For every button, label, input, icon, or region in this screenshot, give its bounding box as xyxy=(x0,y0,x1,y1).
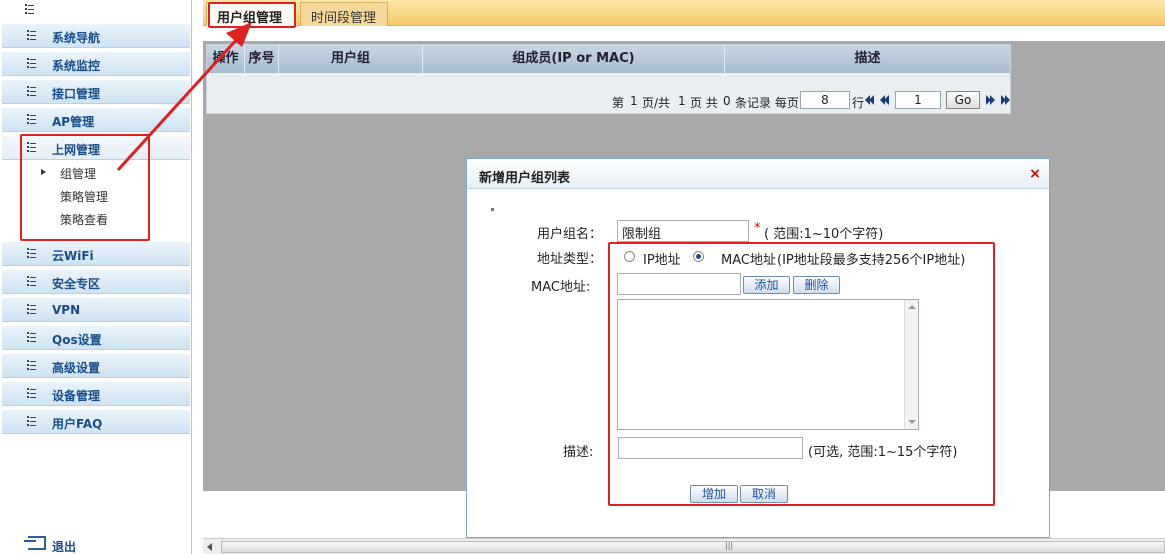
sidebar-item-system-monitor[interactable]: 系统监控 xyxy=(2,52,190,76)
pager-per-page-suffix: 行 xyxy=(852,96,865,110)
logout-arrow-icon xyxy=(24,540,36,542)
sidebar-item-label: 系统监控 xyxy=(52,59,101,73)
table-header: 操作 序号 用户组 组成员(IP or MAC) 描述 xyxy=(207,45,1010,73)
tab-time-period[interactable]: 时间段管理 xyxy=(300,2,388,26)
per-page-input[interactable]: 8 xyxy=(800,91,850,109)
description-label: 描述: xyxy=(563,445,594,460)
sidebar-item-label: 云WiFi xyxy=(52,249,94,263)
close-icon[interactable]: × xyxy=(1029,167,1041,181)
group-name-input[interactable]: 限制组 xyxy=(617,220,749,242)
annotation-box-form xyxy=(608,242,995,506)
list-icon xyxy=(27,304,37,314)
last-page-icon[interactable] xyxy=(1001,95,1011,105)
content-top-strip xyxy=(203,27,1165,41)
column-header-index: 序号 xyxy=(245,45,279,73)
list-icon xyxy=(27,58,37,68)
column-header-members: 组成员(IP or MAC) xyxy=(423,45,725,73)
sidebar-item-label: 接口管理 xyxy=(52,87,101,101)
tab-bar: 用户组管理 时间段管理 xyxy=(203,0,1165,26)
pager-records-suffix: 条记录 每页 xyxy=(735,96,799,110)
scroll-left-icon[interactable] xyxy=(207,543,212,551)
list-icon xyxy=(27,360,37,370)
list-icon xyxy=(27,114,37,124)
column-header-action: 操作 xyxy=(207,45,245,73)
first-page-icon[interactable] xyxy=(865,95,875,105)
sidebar-item-label: VPN xyxy=(52,303,81,317)
pager-total-pages: 1 xyxy=(678,94,686,108)
sidebar-item-label: 设备管理 xyxy=(52,389,101,403)
sidebar-item-label: 安全专区 xyxy=(52,277,101,291)
pager-total-text: 页/共 xyxy=(642,96,671,110)
go-button[interactable]: Go xyxy=(946,91,980,109)
sidebar: 系统导航 系统监控 接口管理 AP管理 上网管理 组管理 策略管理 策略查看 云… xyxy=(0,0,192,554)
sidebar-item-system-nav[interactable]: 系统导航 xyxy=(2,24,190,48)
logout-icon xyxy=(28,536,46,550)
column-header-description: 描述 xyxy=(854,51,881,66)
mac-address-label: MAC地址: xyxy=(531,280,591,295)
group-name-hint: ( 范围:1~10个字符) xyxy=(764,227,884,242)
logout-label: 退出 xyxy=(52,540,77,554)
annotation-box-tab xyxy=(208,2,296,28)
sidebar-item-label: 用户FAQ xyxy=(52,417,103,431)
list-icon xyxy=(27,30,37,40)
address-type-label: 地址类型： xyxy=(537,252,603,267)
sidebar-item-device[interactable]: 设备管理 xyxy=(2,382,190,406)
prev-page-icon[interactable] xyxy=(880,95,890,105)
menu-toggle-icon[interactable] xyxy=(25,4,35,14)
list-icon xyxy=(27,332,37,342)
sidebar-item-vpn[interactable]: VPN xyxy=(2,298,190,322)
column-header-group: 用户组 xyxy=(279,45,423,73)
scrollbar-grip-icon: ||| xyxy=(725,541,734,550)
sidebar-item-interface[interactable]: 接口管理 xyxy=(2,80,190,104)
list-icon xyxy=(27,388,37,398)
dialog-header: 新增用户组列表 × xyxy=(467,159,1049,189)
list-icon xyxy=(27,248,37,258)
sidebar-item-label: 高级设置 xyxy=(52,361,101,375)
list-icon xyxy=(27,416,37,426)
sidebar-item-ap[interactable]: AP管理 xyxy=(2,108,190,132)
sidebar-item-advanced[interactable]: 高级设置 xyxy=(2,354,190,378)
next-page-icon[interactable] xyxy=(986,95,996,105)
sidebar-item-label: Qos设置 xyxy=(52,333,102,347)
list-icon xyxy=(27,86,37,96)
sidebar-item-cloud-wifi[interactable]: 云WiFi xyxy=(2,242,190,266)
scrollbar-thumb[interactable] xyxy=(221,541,1165,553)
sidebar-item-security[interactable]: 安全专区 xyxy=(2,270,190,294)
pager-records-text: 页 共 xyxy=(690,96,718,110)
user-group-table: 操作 序号 用户组 组成员(IP or MAC) 描述 第 1 页/共 1 页 … xyxy=(206,44,1011,114)
required-asterisk: * xyxy=(754,221,761,236)
pager-records: 0 xyxy=(723,94,731,108)
sidebar-item-label: 系统导航 xyxy=(52,31,101,45)
annotation-box-menu xyxy=(20,134,150,241)
sidebar-item-qos[interactable]: Qos设置 xyxy=(2,326,190,350)
pager-current-page: 1 xyxy=(630,94,638,108)
group-name-label: 用户组名： xyxy=(537,227,603,242)
pager-prefix: 第 xyxy=(612,96,625,110)
bullet-icon xyxy=(491,208,494,211)
list-icon xyxy=(27,276,37,286)
goto-page-input[interactable]: 1 xyxy=(895,91,941,109)
sidebar-item-label: AP管理 xyxy=(52,115,95,129)
dialog-title: 新增用户组列表 xyxy=(479,171,571,186)
sidebar-item-faq[interactable]: 用户FAQ xyxy=(2,410,190,434)
horizontal-scrollbar[interactable]: ||| xyxy=(203,538,1165,554)
